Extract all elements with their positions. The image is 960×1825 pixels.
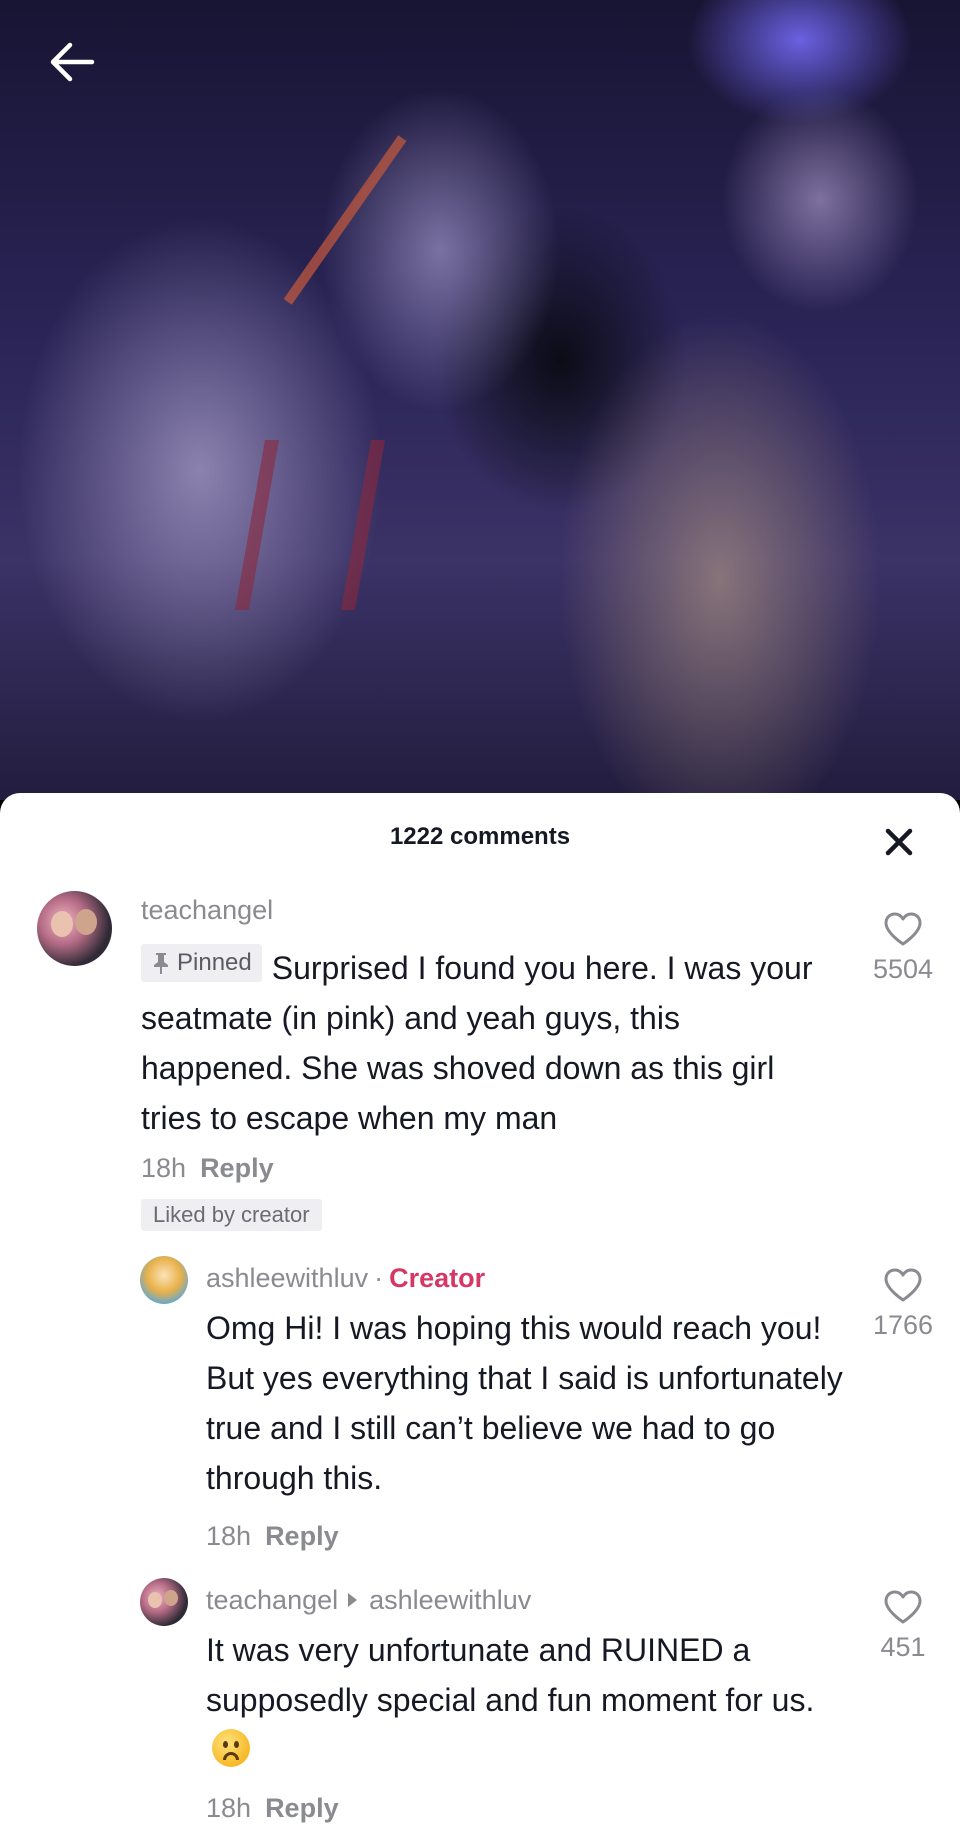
comment-username: teachangel ashleewithluv bbox=[206, 1585, 531, 1616]
like-button[interactable]: 451 bbox=[858, 1589, 948, 1663]
pin-icon bbox=[154, 953, 168, 974]
separator-dot: · bbox=[374, 1263, 384, 1293]
reply-button[interactable]: Reply bbox=[265, 1793, 339, 1823]
reply-arrow-icon bbox=[348, 1593, 358, 1607]
back-button[interactable] bbox=[44, 36, 100, 88]
comment-time: 18h bbox=[206, 1521, 252, 1551]
video-player[interactable] bbox=[0, 0, 960, 800]
avatar[interactable] bbox=[37, 891, 112, 966]
creator-tag: Creator bbox=[389, 1263, 486, 1293]
comments-sheet: 1222 comments teachangel Pinned Surprise… bbox=[0, 793, 960, 1825]
comments-count: 1222 comments bbox=[389, 823, 571, 850]
comment-text: Pinned Surprised I found you here. I was… bbox=[141, 943, 831, 1143]
arrow-left-icon bbox=[50, 42, 95, 82]
video-content bbox=[283, 135, 407, 305]
reply-button[interactable]: Reply bbox=[200, 1153, 274, 1183]
close-icon bbox=[885, 828, 913, 856]
reply-username[interactable]: teachangel bbox=[206, 1585, 338, 1615]
comment-text: Omg Hi! I was hoping this would reach yo… bbox=[206, 1310, 843, 1496]
like-count: 451 bbox=[880, 1632, 926, 1662]
reply-to-username[interactable]: ashleewithluv bbox=[369, 1585, 531, 1615]
comment-time: 18h bbox=[141, 1153, 187, 1183]
comment-body: It was very unfortunate and RUINED a sup… bbox=[206, 1632, 815, 1718]
close-button[interactable] bbox=[880, 823, 918, 861]
avatar[interactable] bbox=[140, 1578, 188, 1626]
pinned-badge: Pinned bbox=[141, 944, 262, 982]
avatar[interactable] bbox=[140, 1256, 188, 1304]
comments-header: 1222 comments bbox=[0, 793, 960, 883]
comment-time: 18h bbox=[206, 1793, 252, 1823]
comment-text: It was very unfortunate and RUINED a sup… bbox=[206, 1625, 826, 1775]
comment-username[interactable]: ashleewithluv · Creator bbox=[206, 1263, 485, 1294]
like-count: 1766 bbox=[872, 1310, 934, 1340]
heart-icon bbox=[884, 912, 922, 946]
pinned-label: Pinned bbox=[177, 949, 252, 976]
heart-icon bbox=[884, 1590, 922, 1624]
reply-username[interactable]: ashleewithluv bbox=[206, 1263, 368, 1293]
video-content bbox=[235, 440, 385, 610]
comment-meta: 18h Reply bbox=[206, 1521, 339, 1552]
like-button[interactable]: 1766 bbox=[858, 1267, 948, 1341]
like-button[interactable]: 5504 bbox=[858, 911, 948, 985]
comment-username[interactable]: teachangel bbox=[141, 895, 273, 926]
liked-by-creator-badge: Liked by creator bbox=[141, 1199, 322, 1231]
heart-icon bbox=[884, 1268, 922, 1302]
frowning-face-icon bbox=[212, 1729, 250, 1767]
comment-meta: 18h Reply bbox=[141, 1153, 274, 1184]
like-count: 5504 bbox=[872, 954, 934, 984]
comment-meta: 18h Reply bbox=[206, 1793, 339, 1824]
reply-button[interactable]: Reply bbox=[265, 1521, 339, 1551]
